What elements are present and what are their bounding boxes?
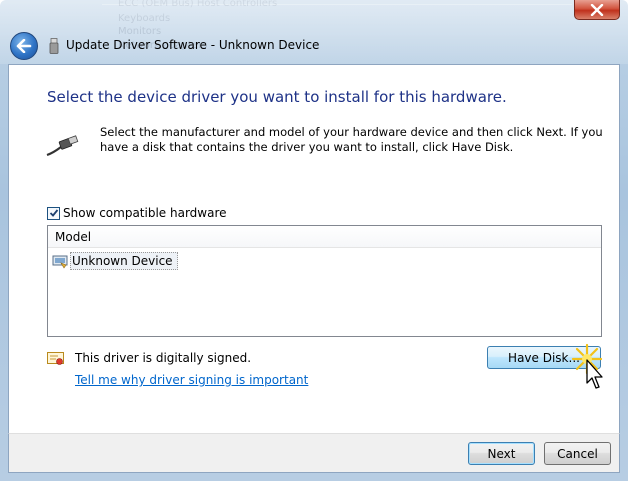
wizard-content: Select the device driver you want to ins… <box>8 64 620 433</box>
back-arrow-icon <box>16 39 32 53</box>
close-button[interactable] <box>574 0 620 20</box>
instructions-text: Select the manufacturer and model of you… <box>100 125 603 154</box>
model-list[interactable]: Model Unknown Device <box>47 225 602 337</box>
certificate-icon <box>47 352 64 365</box>
page-heading: Select the device driver you want to ins… <box>47 88 507 106</box>
usb-drive-icon <box>49 38 59 54</box>
show-compatible-checkbox-row[interactable]: Show compatible hardware <box>47 206 227 220</box>
wizard-footer: Next Cancel <box>8 433 620 473</box>
model-column-header[interactable]: Model <box>48 226 601 248</box>
close-icon <box>590 3 604 16</box>
background-window-text: ECC (OEM Bus) Host Controllers <box>118 0 278 9</box>
show-compatible-label: Show compatible hardware <box>63 206 227 220</box>
back-button[interactable] <box>10 32 38 60</box>
mouse-pointer-icon <box>586 359 603 389</box>
checkmark-icon <box>49 209 58 217</box>
usb-cable-icon <box>46 135 79 157</box>
cancel-button[interactable]: Cancel <box>544 442 611 465</box>
window-title: Update Driver Software - Unknown Device <box>66 38 320 52</box>
device-icon <box>52 255 68 269</box>
show-compatible-checkbox[interactable] <box>47 206 60 220</box>
next-button[interactable]: Next <box>468 442 535 465</box>
list-item[interactable]: Unknown Device <box>52 252 601 270</box>
title-bar: Update Driver Software - Unknown Device <box>8 30 620 64</box>
background-window-text: Keyboards <box>118 13 171 24</box>
signing-status-text: This driver is digitally signed. <box>75 351 252 365</box>
driver-signing-link[interactable]: Tell me why driver signing is important <box>75 373 308 387</box>
list-item-label: Unknown Device <box>70 252 178 270</box>
